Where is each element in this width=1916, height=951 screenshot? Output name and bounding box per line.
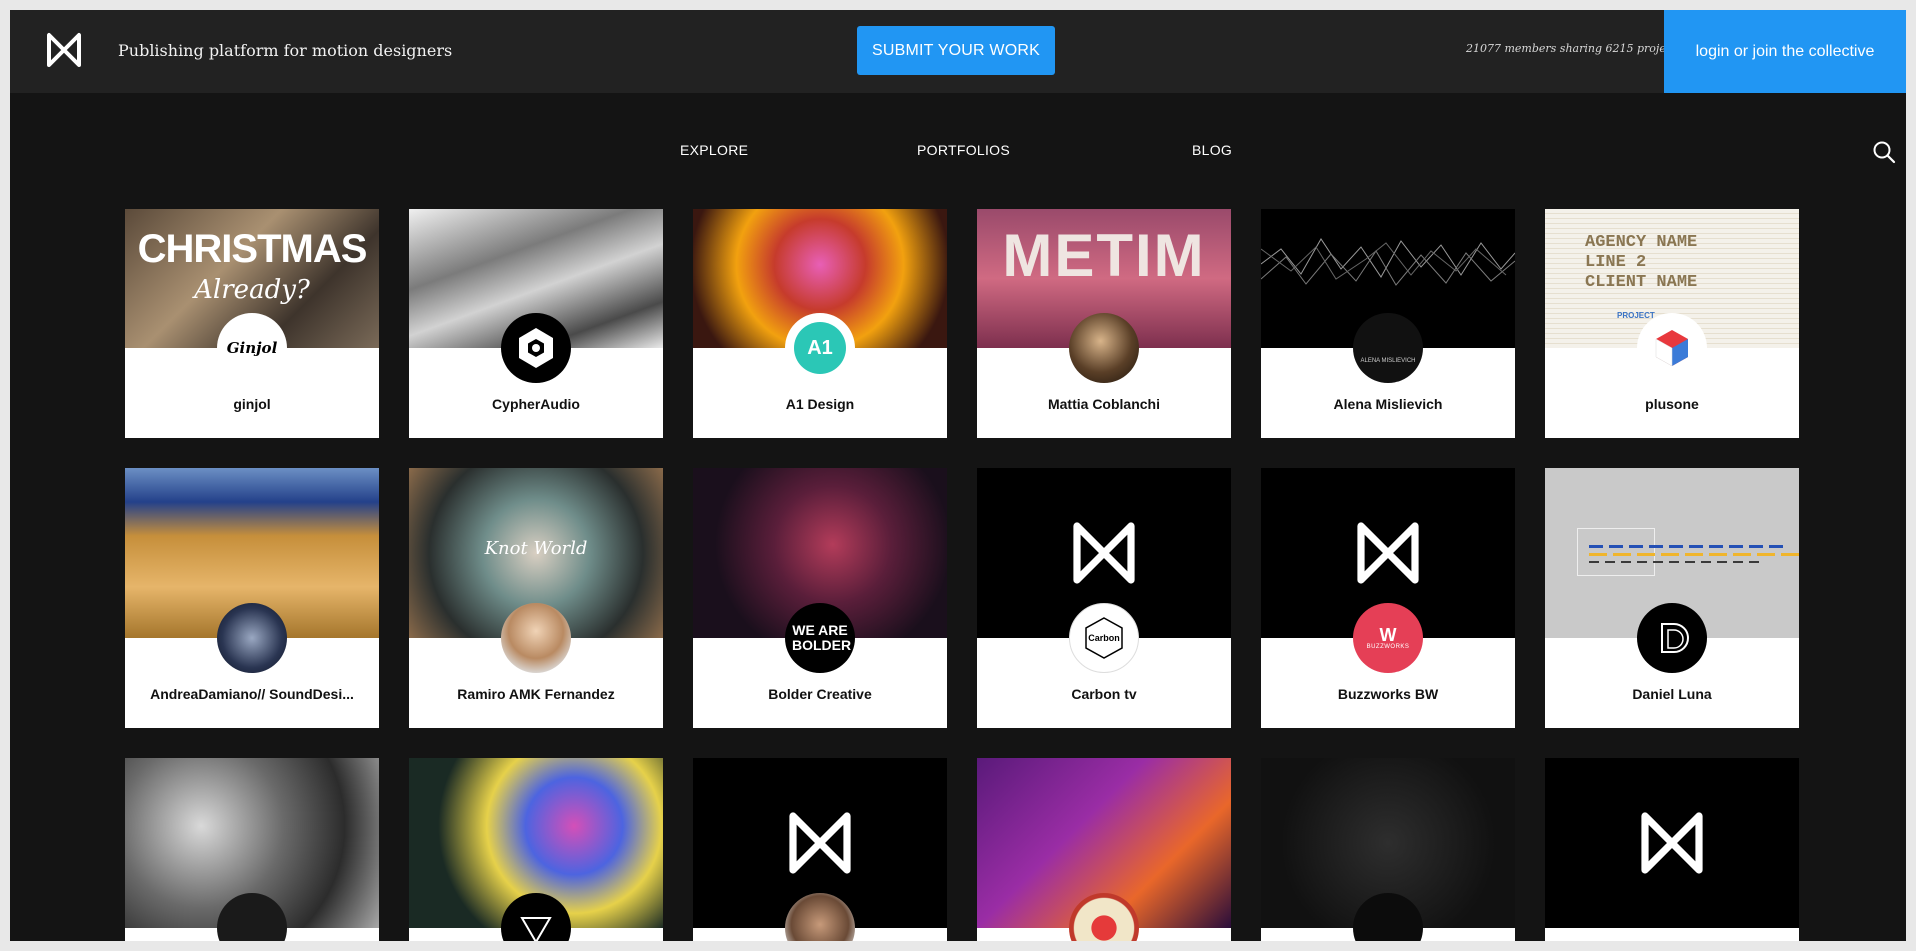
- portfolio-card-mattia-coblanchi[interactable]: METIM Mattia Coblanchi: [977, 209, 1231, 438]
- portfolio-card-bolder-creative[interactable]: WE ARE BOLDER Bolder Creative: [693, 468, 947, 728]
- nav-blog[interactable]: BLOG: [1192, 142, 1232, 158]
- card-thumbnail: [1545, 758, 1799, 928]
- card-name[interactable]: A1 Design: [701, 396, 939, 412]
- portfolio-card-plusone[interactable]: AGENCY NAME LINE 2 CLIENT NAME PROJECT p…: [1545, 209, 1799, 438]
- avatar: [501, 603, 571, 673]
- thumbnail-subtitle: Already?: [194, 275, 310, 305]
- isometric-logo-icon: [1655, 330, 1688, 367]
- avatar: ALENA MISLIEVICH: [1353, 313, 1423, 383]
- card-name[interactable]: CypherAudio: [417, 396, 655, 412]
- portfolio-card-daniel-luna[interactable]: Daniel Luna: [1545, 468, 1799, 728]
- portfolio-card-buzzworks-bw[interactable]: W BUZZWORKS Buzzworks BW: [1261, 468, 1515, 728]
- portfolio-card-cypheraudio[interactable]: CypherAudio: [409, 209, 663, 438]
- thumbnail-title: AGENCY NAME LINE 2 CLIENT NAME: [1585, 233, 1698, 292]
- portfolio-card[interactable]: [409, 758, 663, 941]
- card-name[interactable]: Ramiro AMK Fernandez: [417, 686, 655, 702]
- portfolio-card-ginjol[interactable]: CHRISTMAS Already? Ginjol ginjol: [125, 209, 379, 438]
- avatar: Carbon: [1069, 603, 1139, 673]
- avatar: WE ARE BOLDER: [785, 603, 855, 673]
- default-logo-icon: [1357, 522, 1419, 584]
- portfolio-card[interactable]: [1261, 758, 1515, 941]
- triangle-logo-icon: [520, 917, 552, 941]
- thumbnail-title: METIM: [1002, 222, 1206, 289]
- portfolio-card-alena-mislievich[interactable]: ALENA MISLIEVICH Alena Mislievich: [1261, 209, 1515, 438]
- thumbnail-title: CHRISTMAS: [137, 227, 368, 271]
- page-frame: Publishing platform for motion designers…: [10, 10, 1906, 941]
- default-logo-icon: [789, 812, 851, 874]
- card-name[interactable]: Alena Mislievich: [1269, 396, 1507, 412]
- portfolio-card[interactable]: [1545, 758, 1799, 941]
- portfolio-card[interactable]: [977, 758, 1231, 941]
- nav-explore[interactable]: EXPLORE: [680, 142, 748, 158]
- card-name[interactable]: Carbon tv: [985, 686, 1223, 702]
- search-icon[interactable]: [1872, 140, 1896, 164]
- portfolio-card-andreadamiano[interactable]: AndreaDamiano// SoundDesi...: [125, 468, 379, 728]
- card-name[interactable]: Buzzworks BW: [1269, 686, 1507, 702]
- avatar: Ginjol: [217, 313, 287, 383]
- portfolio-card-carbon-tv[interactable]: Carbon Carbon tv: [977, 468, 1231, 728]
- dl-monogram-icon: [1661, 623, 1689, 653]
- card-name[interactable]: ginjol: [133, 396, 371, 412]
- card-name[interactable]: plusone: [1553, 396, 1791, 412]
- portfolio-card[interactable]: [125, 758, 379, 941]
- card-name[interactable]: Mattia Coblanchi: [985, 396, 1223, 412]
- submit-work-button[interactable]: SUBMIT YOUR WORK: [857, 26, 1055, 75]
- portfolio-card-ramiro-amk-fernandez[interactable]: Knot World Ramiro AMK Fernandez: [409, 468, 663, 728]
- avatar: [1637, 313, 1707, 383]
- portfolio-card-a1-design[interactable]: A1 A1 Design: [693, 209, 947, 438]
- card-name[interactable]: Daniel Luna: [1553, 686, 1791, 702]
- default-logo-icon: [1073, 522, 1135, 584]
- avatar: [501, 313, 571, 383]
- thumbnail-title: Knot World: [484, 538, 588, 559]
- thumbnail-small-text: PROJECT: [1617, 311, 1655, 320]
- top-bar: Publishing platform for motion designers…: [10, 10, 1906, 93]
- avatar: A1: [785, 313, 855, 383]
- avatar: [217, 603, 287, 673]
- card-name[interactable]: Bolder Creative: [701, 686, 939, 702]
- nav-portfolios[interactable]: PORTFOLIOS: [917, 142, 1010, 158]
- member-stats: 21077 members sharing 6215 projects: [1466, 42, 1683, 55]
- login-join-button[interactable]: login or join the collective: [1664, 10, 1906, 93]
- site-tagline: Publishing platform for motion designers: [118, 41, 453, 60]
- default-logo-icon: [1641, 812, 1703, 874]
- card-name[interactable]: AndreaDamiano// SoundDesi...: [133, 686, 371, 702]
- avatar: W BUZZWORKS: [1353, 603, 1423, 673]
- avatar: [1637, 603, 1707, 673]
- hexagon-logo-icon: [519, 328, 553, 368]
- avatar: [1069, 313, 1139, 383]
- site-logo-icon[interactable]: [44, 30, 84, 70]
- portfolio-card[interactable]: [693, 758, 947, 941]
